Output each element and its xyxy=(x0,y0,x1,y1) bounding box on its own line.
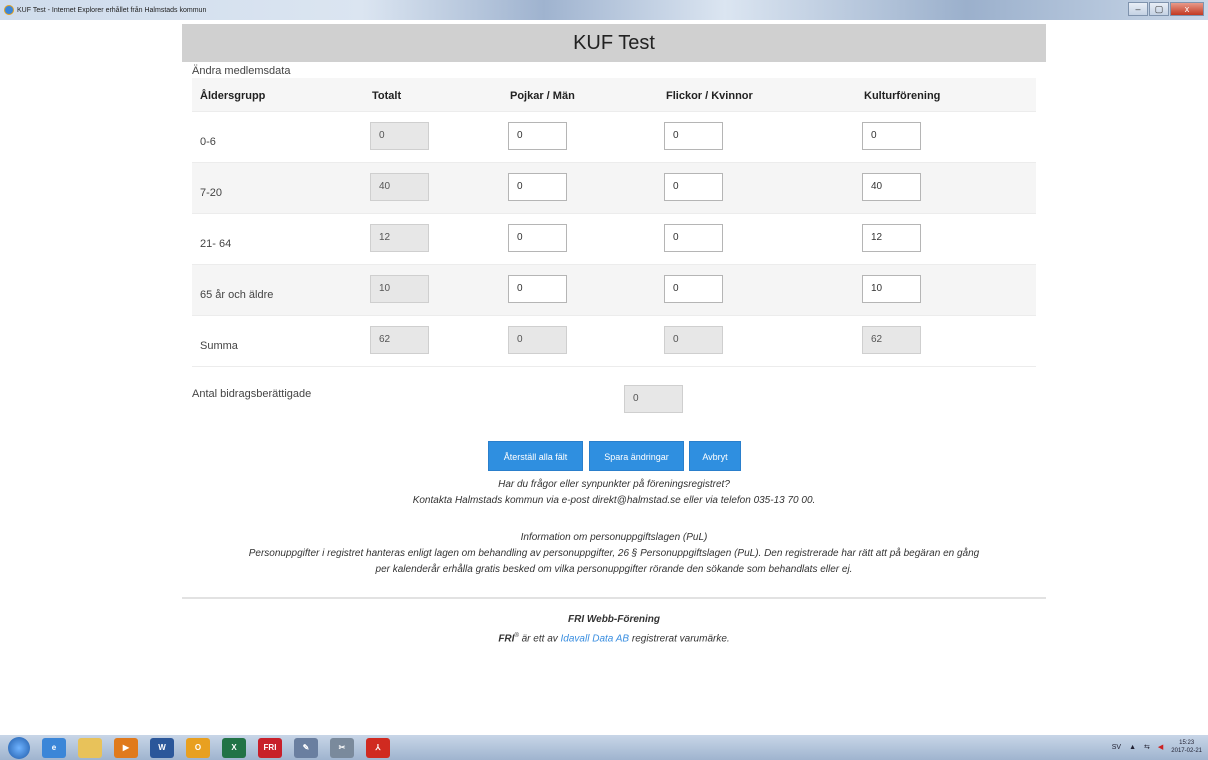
table-row-summa: Summa 62 0 0 62 xyxy=(192,316,1036,367)
taskbar: e ▶ W O X FRI ✎ ✂ ⅄ SV ▲ ⇆ ◀ 15:23 2017-… xyxy=(0,735,1208,760)
footer-trademark: FRI® är ett av Idavall Data AB registrer… xyxy=(182,628,1046,647)
word-icon[interactable]: W xyxy=(150,737,174,758)
header-aldersgrupp: Åldersgrupp xyxy=(200,90,266,102)
header-totalt: Totalt xyxy=(372,90,402,102)
flickor-input[interactable]: 0 xyxy=(664,122,723,150)
pojkar-input[interactable]: 0 xyxy=(508,122,567,150)
page-title: KUF Test xyxy=(182,24,1046,62)
table-row: 65 år och äldre 10 0 0 10 xyxy=(192,265,1036,316)
flickor-input[interactable]: 0 xyxy=(664,224,723,252)
totalt-field: 12 xyxy=(370,224,429,252)
clock-date: 2017-02-21 xyxy=(1171,748,1202,754)
contact-info: Har du frågor eller synpunkter på föreni… xyxy=(182,477,1046,509)
cancel-button[interactable]: Avbryt xyxy=(689,441,741,471)
contact-question: Har du frågor eller synpunkter på föreni… xyxy=(498,479,730,490)
row-label: 7-20 xyxy=(200,187,223,199)
summa-kulturforening-field: 62 xyxy=(862,326,921,354)
tray-arrow-icon[interactable]: ▲ xyxy=(1129,744,1136,751)
volume-icon[interactable]: ◀ xyxy=(1158,743,1163,751)
footer: FRI Webb-Förening FRI® är ett av Idavall… xyxy=(182,612,1046,647)
pul-title: Information om personuppgiftslagen (PuL) xyxy=(520,532,708,543)
system-tray: SV ▲ ⇆ ◀ 15:23 2017-02-21 xyxy=(1112,739,1202,755)
window-title: KUF Test - Internet Explorer erhållet fr… xyxy=(17,6,207,14)
table-row: 7-20 40 0 0 40 xyxy=(192,163,1036,214)
minimize-button[interactable]: – xyxy=(1128,2,1148,16)
totalt-field: 40 xyxy=(370,173,429,201)
header-flickor: Flickor / Kvinnor xyxy=(666,90,753,102)
footer-end: registrerat varumärke. xyxy=(629,633,730,645)
pojkar-input[interactable]: 0 xyxy=(508,275,567,303)
company-link[interactable]: Idavall Data AB xyxy=(561,633,630,644)
paint-icon[interactable]: ✎ xyxy=(294,737,318,758)
folder-icon[interactable] xyxy=(78,737,102,758)
reset-all-button[interactable]: Återställ alla fält xyxy=(488,441,583,471)
pojkar-input[interactable]: 0 xyxy=(508,224,567,252)
language-indicator[interactable]: SV xyxy=(1112,744,1121,751)
maximize-button[interactable]: ▢ xyxy=(1149,2,1169,16)
header-pojkar: Pojkar / Män xyxy=(510,90,575,102)
kulturforening-input[interactable]: 0 xyxy=(862,122,921,150)
table-header-row: Åldersgrupp Totalt Pojkar / Män Flickor … xyxy=(192,78,1036,112)
clock-time: 15:23 xyxy=(1179,740,1195,746)
flickor-input[interactable]: 0 xyxy=(664,275,723,303)
totalt-field: 10 xyxy=(370,275,429,303)
fri-app-icon[interactable]: FRI xyxy=(258,737,282,758)
pdf-icon[interactable]: ⅄ xyxy=(366,737,390,758)
divider xyxy=(182,597,1046,599)
close-button[interactable]: x xyxy=(1170,2,1204,16)
summa-flickor-field: 0 xyxy=(664,326,723,354)
media-player-icon[interactable]: ▶ xyxy=(114,737,138,758)
pul-line-1: Personuppgifter i registret hanteras enl… xyxy=(248,548,980,559)
row-label: 21- 64 xyxy=(200,238,232,250)
internet-explorer-icon xyxy=(4,5,14,15)
footer-product: FRI Webb-Förening xyxy=(567,614,661,625)
outlook-icon[interactable]: O xyxy=(186,737,210,758)
excel-icon[interactable]: X xyxy=(222,737,246,758)
kulturforening-input[interactable]: 40 xyxy=(862,173,921,201)
flickor-input[interactable]: 0 xyxy=(664,173,723,201)
save-changes-button[interactable]: Spara ändringar xyxy=(589,441,684,471)
member-data-table: Åldersgrupp Totalt Pojkar / Män Flickor … xyxy=(192,78,1036,367)
window-titlebar: KUF Test - Internet Explorer erhållet fr… xyxy=(0,0,1208,20)
header-kulturforening: Kulturförening xyxy=(864,90,941,102)
contact-line: Kontakta Halmstads kommun via e-post dir… xyxy=(412,495,816,506)
footer-brand: FRI xyxy=(498,633,515,645)
row-label: Summa xyxy=(200,340,238,352)
summa-totalt-field: 62 xyxy=(370,326,429,354)
kulturforening-input[interactable]: 10 xyxy=(862,275,921,303)
totalt-field: 0 xyxy=(370,122,429,150)
row-label: 65 år och äldre xyxy=(200,289,274,301)
table-row: 0-6 0 0 0 0 xyxy=(192,112,1036,163)
pul-line-2: per kalenderår erhålla gratis besked om … xyxy=(375,564,853,575)
pul-info: Information om personuppgiftslagen (PuL)… xyxy=(182,530,1046,578)
internet-explorer-icon[interactable]: e xyxy=(42,737,66,758)
antal-label: Antal bidragsberättigade xyxy=(192,388,312,400)
clock[interactable]: 15:23 2017-02-21 xyxy=(1171,739,1202,755)
kulturforening-input[interactable]: 12 xyxy=(862,224,921,252)
antal-field: 0 xyxy=(624,385,683,413)
window-controls: – ▢ x xyxy=(1128,2,1204,16)
start-orb-icon[interactable] xyxy=(8,736,30,759)
pojkar-input[interactable]: 0 xyxy=(508,173,567,201)
table-row: 21- 64 12 0 0 12 xyxy=(192,214,1036,265)
row-label: 0-6 xyxy=(200,136,216,148)
network-icon[interactable]: ⇆ xyxy=(1144,743,1150,751)
section-title: Ändra medlemsdata xyxy=(192,65,291,77)
footer-mid: är ett av xyxy=(518,633,561,645)
summa-pojkar-field: 0 xyxy=(508,326,567,354)
tools-icon[interactable]: ✂ xyxy=(330,737,354,758)
